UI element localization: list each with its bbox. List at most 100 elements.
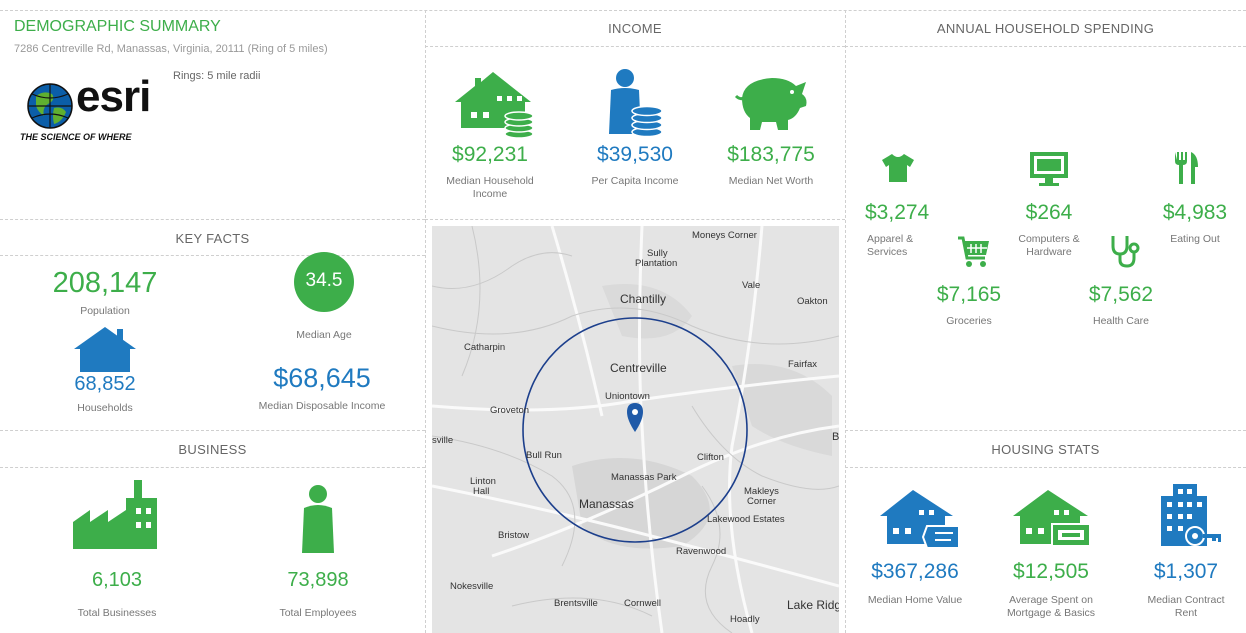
computer-icon (1030, 152, 1068, 186)
income-value: $92,231 (452, 143, 528, 166)
map-label: Catharpin (464, 342, 505, 353)
housing-value: $12,505 (1013, 560, 1089, 583)
housing-label: Median Contract (1147, 594, 1225, 606)
esri-logo-text: esri (76, 72, 151, 121)
spending-value: $7,562 (1088, 283, 1154, 306)
median-age-value: 34.5 (305, 270, 343, 291)
house-mortgage-icon (1013, 490, 1091, 547)
spending-panel: ANNUAL HOUSEHOLD SPENDING $3,274 Apparel… (845, 10, 1246, 430)
map-label: Moneys Corner (692, 230, 757, 241)
person-coins-icon (609, 69, 663, 138)
housing-label-2: Rent (1174, 607, 1198, 619)
spending-label: Eating Out (1170, 233, 1220, 245)
key-facts-title: KEY FACTS (175, 231, 250, 246)
spending-label-2: Hardware (1026, 246, 1072, 258)
map-label: Ravenwood (676, 546, 726, 557)
population-label: Population (80, 305, 130, 317)
spending-value: $7,165 (936, 283, 1002, 306)
map-label: Clifton (697, 452, 724, 463)
map-label: Groveton (490, 405, 529, 416)
housing-panel: HOUSING STATS $367,286 Median Home Value… (845, 430, 1246, 633)
households-label: Households (77, 402, 133, 414)
map-label: B (832, 431, 839, 443)
total-businesses-value: 6,103 (91, 569, 143, 591)
income-item: $92,231 Median Household Income (445, 72, 545, 212)
house-icon (74, 327, 136, 372)
map-label: Manassas Park (611, 472, 677, 483)
fork-knife-icon (1175, 152, 1198, 184)
map-label: Lake Ridg (787, 598, 839, 612)
map-label: Fairfax (788, 359, 817, 370)
income-label: Median Household (446, 175, 534, 187)
housing-label: Median Home Value (867, 594, 963, 606)
map-label: Lakewood Estates (707, 514, 785, 525)
housing-label-2: Mortgage & Basics (1006, 607, 1096, 619)
map-label: Nokesville (450, 581, 493, 592)
disposable-income-value: $68,645 (273, 363, 371, 393)
map-panel[interactable]: Moneys Corner Sully Plantation Vale Chan… (432, 226, 839, 633)
map-label: Oakton (797, 296, 828, 307)
piggy-bank-icon (734, 78, 807, 130)
housing-label: Average Spent on (1009, 594, 1093, 606)
key-facts-panel: KEY FACTS 208,147 Population 34.5 Median… (0, 219, 425, 430)
house-tag-icon (880, 490, 960, 549)
rings-label: Rings: 5 mile radii (173, 70, 261, 82)
income-panel: INCOME $92,231 Median Household Income $… (425, 10, 845, 219)
population-value: 208,147 (52, 267, 158, 299)
income-value: $183,775 (727, 143, 815, 166)
map-label: Bull Run (526, 450, 562, 461)
map-canvas[interactable]: Moneys Corner Sully Plantation Vale Chan… (432, 226, 839, 633)
spending-label: Health Care (1092, 315, 1150, 327)
house-coins-icon (455, 72, 534, 138)
total-employees-value: 73,898 (287, 569, 349, 591)
demographic-summary-panel: DEMOGRAPHIC SUMMARY 7286 Centreville Rd,… (0, 10, 425, 219)
stethoscope-icon (1111, 236, 1140, 268)
spending-title: ANNUAL HOUSEHOLD SPENDING (936, 21, 1155, 36)
esri-tagline: THE SCIENCE OF WHERE (20, 132, 132, 142)
total-businesses-label: Total Businesses (77, 607, 157, 619)
spending-value: $3,274 (865, 201, 930, 224)
median-age-label: Median Age (296, 329, 352, 341)
spending-label: Apparel & (867, 233, 914, 245)
income-item: $39,530 Per Capita Income (585, 68, 685, 208)
shopping-cart-icon (958, 236, 989, 267)
map-label: Uniontown (605, 391, 650, 402)
map-label: Bristow (498, 530, 529, 541)
income-label: Median Net Worth (728, 175, 814, 187)
map-label: Brentsville (554, 598, 598, 609)
total-employees-label: Total Employees (279, 607, 357, 619)
map-label: Hall (473, 486, 489, 497)
households-value: 68,852 (74, 373, 136, 395)
housing-title: HOUSING STATS (991, 442, 1100, 457)
globe-icon (27, 83, 73, 129)
map-label: Chantilly (620, 292, 666, 306)
spending-label-2: Services (867, 246, 908, 258)
income-label-2: Income (472, 188, 508, 200)
map-label: Centreville (610, 361, 667, 375)
map-label: Corner (747, 496, 776, 507)
income-label: Per Capita Income (591, 175, 679, 187)
employee-icon (302, 485, 334, 553)
factory-icon (73, 480, 157, 549)
map-label: Vale (742, 280, 760, 291)
esri-logo: esri THE SCIENCE OF WHERE (20, 72, 160, 146)
map-label: Plantation (635, 258, 677, 269)
spending-value: $264 (1025, 201, 1073, 224)
spending-value: $4,983 (1162, 201, 1228, 224)
building-key-icon (1161, 484, 1221, 546)
demographic-summary-title: DEMOGRAPHIC SUMMARY (14, 18, 221, 35)
income-title: INCOME (608, 21, 662, 36)
income-value: $39,530 (597, 143, 673, 166)
housing-value: $367,286 (871, 560, 959, 583)
map-label: Cornwell (624, 598, 661, 609)
housing-value: $1,307 (1153, 560, 1219, 583)
map-label: sville (432, 435, 453, 446)
shirt-icon (882, 154, 914, 182)
business-panel: BUSINESS 6,103 Total Businesses 73,898 T… (0, 430, 425, 633)
disposable-income-label: Median Disposable Income (258, 400, 386, 412)
spending-label: Groceries (946, 315, 992, 327)
address: 7286 Centreville Rd, Manassas, Virginia,… (14, 43, 328, 55)
business-title: BUSINESS (178, 442, 247, 457)
map-label: Hoadly (730, 614, 760, 625)
spending-label: Computers & (1018, 233, 1080, 245)
